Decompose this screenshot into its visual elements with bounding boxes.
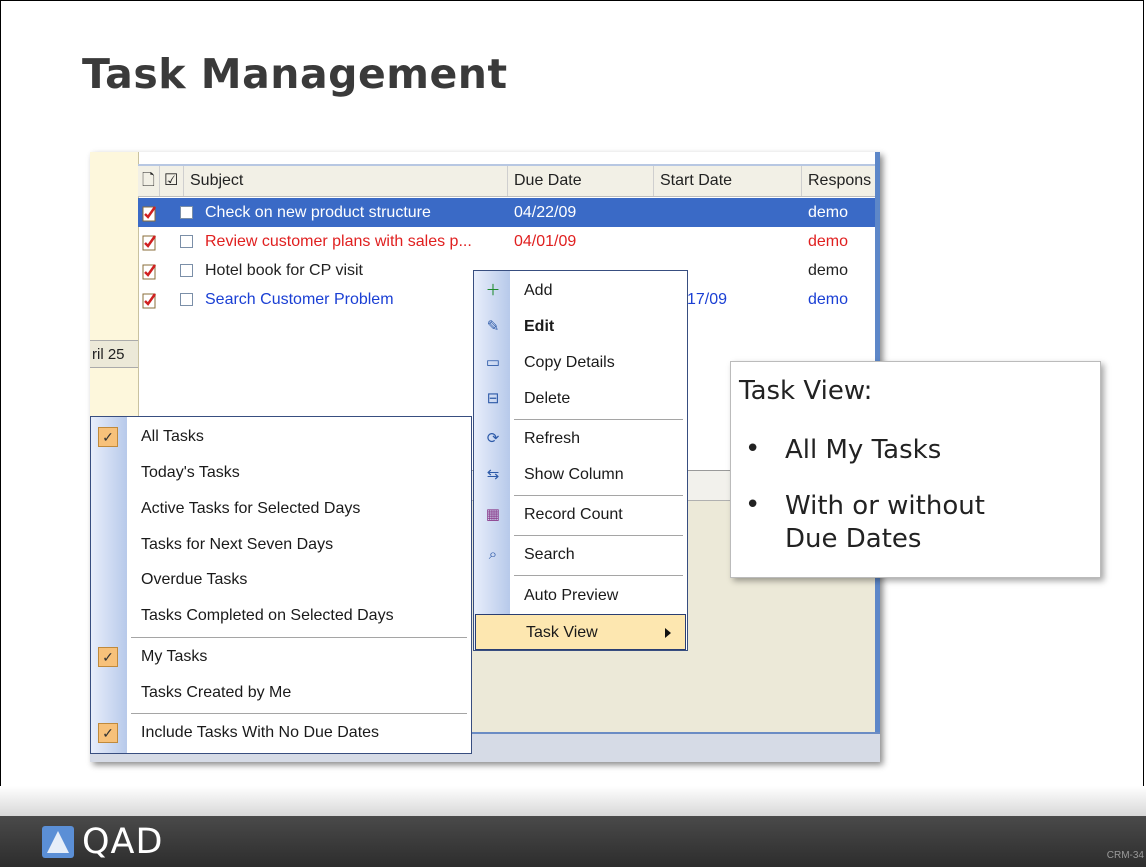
task-responsible: demo [808,291,849,308]
callout-title: Task View: [739,376,873,406]
delete-icon: ⊟ [486,390,500,407]
menu-separator [514,535,683,536]
menu-separator [514,419,683,420]
menu-item-record-count[interactable]: ▦ Record Count [474,497,687,533]
menu-item-search[interactable]: ⌕ Search [474,537,687,573]
task-responsible: demo [808,204,849,221]
task-responsible: demo [808,233,849,250]
column-responsible[interactable]: Respons [802,166,878,196]
task-view-submenu: ✓ All Tasks Today's Tasks Active Tasks fo… [90,416,472,754]
complete-column-icon[interactable]: ☑ [160,166,184,196]
footer-fade [0,786,1146,816]
menu-item-refresh[interactable]: ⟳ Refresh [474,421,687,457]
menu-item-include-no-due-dates[interactable]: ✓ Include Tasks With No Due Dates [91,715,471,751]
new-item-column-icon[interactable]: 🗋 [138,166,160,196]
copy-icon: ▭ [485,354,501,371]
menu-item-active-tasks[interactable]: Active Tasks for Selected Days [91,491,471,527]
menu-separator [131,637,467,638]
grid-header: 🗋 ☑ Subject Due Date Start Date Respons [138,164,878,197]
task-view-callout: Task View: • All My Tasks • With or with… [730,361,1101,578]
callout-bullet: All My Tasks [785,435,942,465]
table-row[interactable]: Review customer plans with sales p... 04… [138,227,878,256]
task-due-date: 04/22/09 [514,204,577,221]
slide-title: Task Management [82,50,508,98]
callout-bullet: With or without [785,491,985,521]
check-icon: ✓ [98,647,118,667]
menu-item-copy-details[interactable]: ▭ Copy Details [474,345,687,381]
task-icon [142,232,158,251]
task-responsible: demo [808,262,849,279]
menu-item-auto-preview[interactable]: Auto Preview [474,578,687,614]
menu-item-show-column[interactable]: ⇆ Show Column [474,457,687,493]
column-start-date[interactable]: Start Date [654,166,802,196]
bullet-icon: • [745,490,761,520]
footer-bar [0,816,1146,867]
task-icon [142,203,158,222]
menu-item-completed-tasks[interactable]: Tasks Completed on Selected Days [91,598,471,634]
add-icon: ＋ [485,282,501,299]
task-start-date [660,227,800,256]
task-start-date [660,198,800,227]
menu-separator [131,713,467,714]
task-subject: Hotel book for CP visit [205,262,363,279]
table-row[interactable]: Check on new product structure 04/22/09 … [138,198,878,227]
menu-separator [514,575,683,576]
calendar-day-label: ril 25 [90,340,138,368]
task-complete-checkbox[interactable] [180,264,193,277]
menu-item-all-tasks[interactable]: ✓ All Tasks [91,419,471,455]
check-icon: ✓ [98,723,118,743]
task-icon [142,290,158,309]
column-subject[interactable]: Subject [184,166,508,196]
callout-bullet-continued: Due Dates [785,524,922,554]
menu-item-add[interactable]: ＋ Add [474,273,687,309]
task-subject: Search Customer Problem [205,291,394,308]
qad-logo-icon [42,826,74,858]
task-complete-checkbox[interactable] [180,235,193,248]
task-subject: Check on new product structure [205,204,431,221]
menu-item-next-seven-days[interactable]: Tasks for Next Seven Days [91,527,471,563]
refresh-icon: ⟳ [486,430,500,447]
context-menu: ＋ Add ✎ Edit ▭ Copy Details ⊟ Delete ⟳ Refres… [473,270,688,651]
task-subject: Review customer plans with sales p... [205,233,472,250]
brand-logo-text: QAD [82,822,164,862]
task-icon [142,261,158,280]
task-start-date: 17/09 [687,291,728,308]
menu-item-edit[interactable]: ✎ Edit [474,309,687,345]
bullet-icon: • [745,434,761,464]
menu-item-created-by-me[interactable]: Tasks Created by Me [91,675,471,711]
menu-separator [514,495,683,496]
menu-item-task-view[interactable]: Task View [475,614,686,650]
task-due-date: 04/01/09 [514,233,577,250]
menu-item-my-tasks[interactable]: ✓ My Tasks [91,639,471,675]
menu-item-delete[interactable]: ⊟ Delete [474,381,687,417]
task-complete-checkbox[interactable] [180,206,193,219]
columns-icon: ⇆ [486,466,500,483]
column-due-date[interactable]: Due Date [508,166,654,196]
search-icon: ⌕ [488,546,498,563]
check-icon: ✓ [98,427,118,447]
slide-code: CRM-34 [1106,850,1144,861]
edit-icon: ✎ [486,318,500,335]
menu-item-todays-tasks[interactable]: Today's Tasks [91,455,471,491]
menu-item-overdue-tasks[interactable]: Overdue Tasks [91,562,471,598]
submenu-arrow-icon [665,628,671,638]
record-count-icon: ▦ [485,506,501,523]
task-complete-checkbox[interactable] [180,293,193,306]
